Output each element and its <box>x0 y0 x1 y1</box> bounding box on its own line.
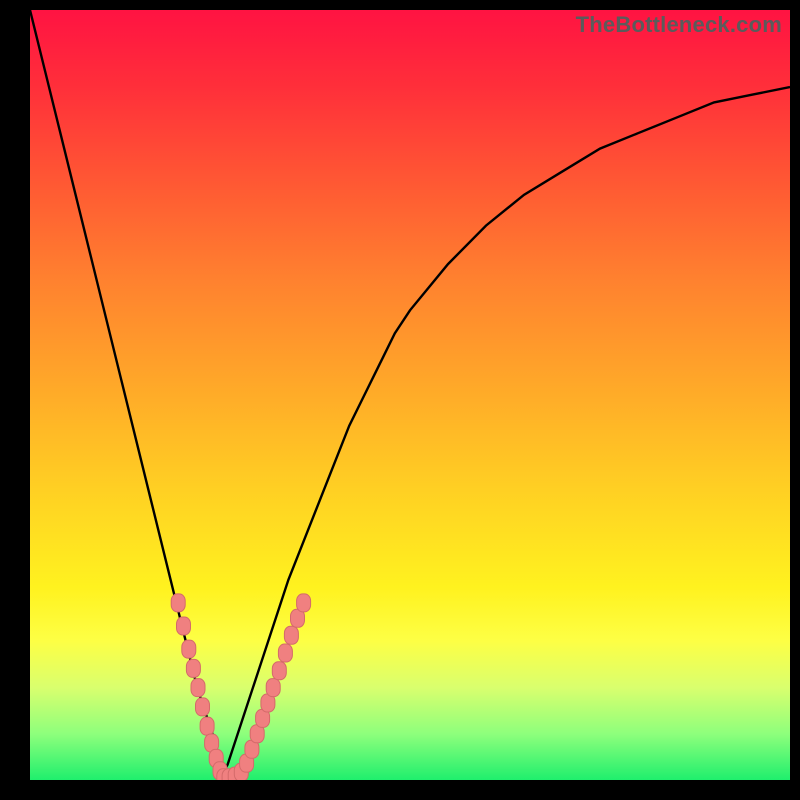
curve-marker <box>297 594 311 612</box>
curve-marker <box>266 679 280 697</box>
curve-marker <box>200 717 214 735</box>
curve-path <box>30 10 790 780</box>
curve-marker <box>182 640 196 658</box>
curve-marker <box>177 617 191 635</box>
curve-marker <box>191 679 205 697</box>
curve-marker <box>278 644 292 662</box>
curve-marker <box>272 662 286 680</box>
marker-group <box>171 594 310 780</box>
plot-area: TheBottleneck.com <box>30 10 790 780</box>
curve-marker <box>171 594 185 612</box>
chart-frame: TheBottleneck.com <box>0 0 800 800</box>
curve-marker <box>284 626 298 644</box>
curve-marker <box>196 698 210 716</box>
curve-marker <box>186 659 200 677</box>
bottleneck-curve <box>30 10 790 780</box>
